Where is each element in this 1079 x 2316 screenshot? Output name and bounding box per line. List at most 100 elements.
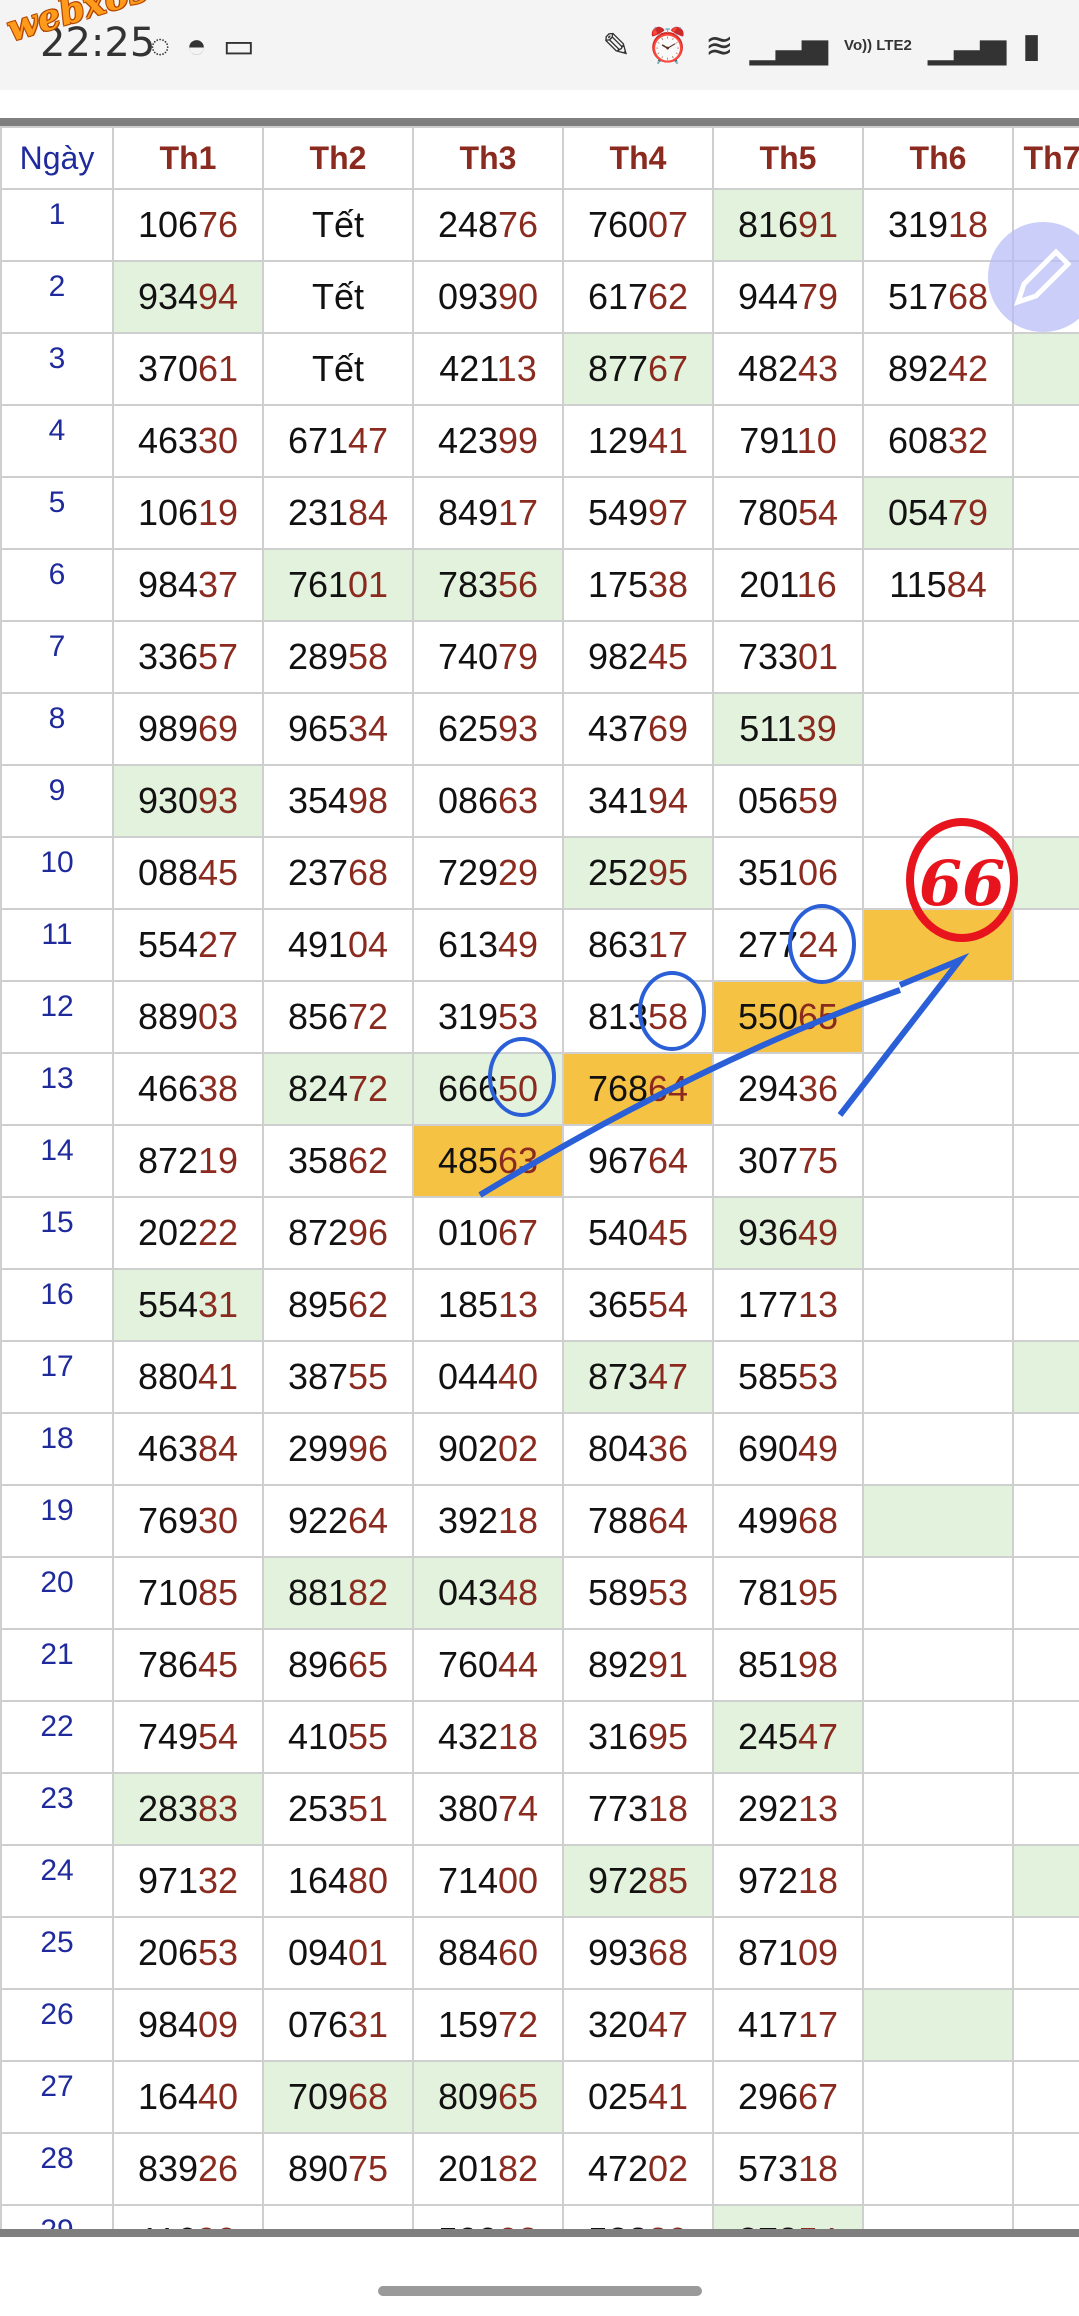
result-tail-digits: 99: [197, 2220, 237, 2229]
result-prefix: 881: [287, 1572, 349, 1613]
result-tail-digits: 67: [498, 1212, 539, 1253]
result-prefix: 709: [287, 2076, 349, 2117]
result-cell: 77318: [562, 1772, 714, 1846]
result-cell: [862, 620, 1014, 694]
result-cell: 33657: [112, 620, 264, 694]
result-tail-digits: 65: [498, 2076, 539, 2117]
result-cell: [1012, 908, 1079, 982]
result-cell: [1012, 1196, 1079, 1270]
result-prefix: 354: [287, 780, 349, 821]
result-prefix: 421: [439, 348, 497, 389]
table-row: 4 46330 67147 42399 12941 79110 60832: [0, 404, 1079, 478]
result-cell: 11699: [112, 2204, 264, 2229]
result-tail-digits: 54: [648, 1284, 689, 1325]
result-tail-digits: 40: [198, 2076, 239, 2117]
result-prefix: 889: [137, 996, 199, 1037]
result-prefix: 094: [287, 1932, 349, 1973]
table-row: 18 46384 29996 90202 80436 69049: [0, 1412, 1079, 1486]
result-cell: 82472: [262, 1052, 414, 1126]
battery-icon: ▮: [1022, 27, 1041, 65]
result-prefix: 351: [737, 852, 799, 893]
table-row: 26 98409 07631 15972 32047 41717: [0, 1988, 1079, 2062]
result-prefix: 690: [737, 1428, 799, 1469]
result-cell: 28958: [262, 620, 414, 694]
result-prefix: 237: [287, 852, 349, 893]
result-tail-digits: 64: [648, 1068, 689, 1109]
edit-button[interactable]: [988, 222, 1079, 332]
day-number: 2: [0, 260, 114, 334]
result-cell: [862, 1484, 1014, 1558]
result-prefix: 115: [889, 564, 947, 605]
result-cell: 78195: [712, 1556, 864, 1630]
result-prefix: 175: [587, 564, 649, 605]
result-tail-digits: 68: [798, 1500, 839, 1541]
result-cell: [1012, 332, 1079, 406]
result-prefix: 044: [437, 1356, 499, 1397]
result-prefix: 666: [437, 1068, 499, 1109]
result-tail-digits: 68: [348, 2076, 389, 2117]
result-prefix: 056: [737, 780, 799, 821]
result-tail-digits: 72: [348, 996, 389, 1037]
result-prefix: 710: [137, 1572, 199, 1613]
result-prefix: 849: [437, 492, 499, 533]
result-prefix: 463: [137, 420, 199, 461]
result-tail-digits: 54: [798, 492, 839, 533]
result-prefix: 972: [737, 1860, 799, 1901]
result-prefix: Tết: [311, 348, 364, 389]
result-cell: [1012, 548, 1079, 622]
result-prefix: 768: [587, 1068, 649, 1109]
result-cell: 09390: [412, 260, 564, 334]
home-indicator[interactable]: [378, 2286, 702, 2296]
result-tail-digits: 98: [348, 780, 389, 821]
result-prefix: 902: [437, 1428, 499, 1469]
result-prefix: 873: [587, 1356, 649, 1397]
result-cell: [1012, 2204, 1079, 2229]
result-tail-digits: 53: [648, 1572, 689, 1613]
result-cell: [862, 1412, 1014, 1486]
result-tail-digits: 41: [648, 420, 689, 461]
result-cell: 74954: [112, 1700, 264, 1774]
result-prefix: 307: [737, 1140, 799, 1181]
result-tail-digits: 64: [348, 1500, 389, 1541]
result-tail-digits: 01: [348, 1932, 389, 1973]
result-tail-digits: 91: [648, 1644, 689, 1685]
table-body: 1 10676 Tết 24876 76007 81691 31918 2 93494 Tết 09…: [0, 188, 1079, 2229]
day-number: 12: [0, 980, 114, 1054]
result-prefix: 786: [137, 1644, 199, 1685]
result-tail-digits: 13: [798, 1788, 839, 1829]
result-prefix: 550: [737, 996, 799, 1037]
result-prefix: 872: [137, 1140, 199, 1181]
result-tail-digits: 31: [348, 2004, 389, 2045]
result-prefix: 289: [287, 636, 349, 677]
result-cell: 67147: [262, 404, 414, 478]
result-tail-digits: 22: [198, 1212, 239, 1253]
result-cell: 61762: [562, 260, 714, 334]
result-prefix: 783: [437, 564, 499, 605]
table-row: 14 87219 35862 48563 96764 30775: [0, 1124, 1079, 1198]
bottom-rule: [0, 2229, 1079, 2237]
result-tail-digits: 68: [348, 852, 389, 893]
result-cell: [1012, 1268, 1079, 1342]
table-row: 7 33657 28958 74079 98245 73301: [0, 620, 1079, 694]
result-cell: 12941: [562, 404, 714, 478]
result-tail-digits: 45: [198, 1644, 239, 1685]
result-cell: 86317: [562, 908, 714, 982]
day-number: 18: [0, 1412, 114, 1486]
result-cell: [1012, 1916, 1079, 1990]
day-number: 25: [0, 1916, 114, 1990]
result-cell: [862, 2060, 1014, 2134]
result-cell: [862, 1628, 1014, 1702]
result-cell: 05479: [862, 476, 1014, 550]
day-number: 29: [0, 2204, 114, 2229]
result-prefix: 485: [437, 1140, 499, 1181]
result-cell: 98409: [112, 1988, 264, 2062]
day-number: 27: [0, 2060, 114, 2134]
result-cell: 98437: [112, 548, 264, 622]
results-table-container[interactable]: Ngày Th1 Th2 Th3 Th4 Th5 Th6 Th7 1 10676 Tết 24876…: [0, 126, 1079, 2229]
result-prefix: 804: [587, 1428, 649, 1469]
result-prefix: 463: [137, 1428, 199, 1469]
results-table: Ngày Th1 Th2 Th3 Th4 Th5 Th6 Th7 1 10676 Tết 24876…: [0, 126, 1079, 2229]
result-tail-digits: 63: [498, 1140, 539, 1181]
result-cell: 76864: [562, 1052, 714, 1126]
result-prefix: 253: [287, 1788, 349, 1829]
